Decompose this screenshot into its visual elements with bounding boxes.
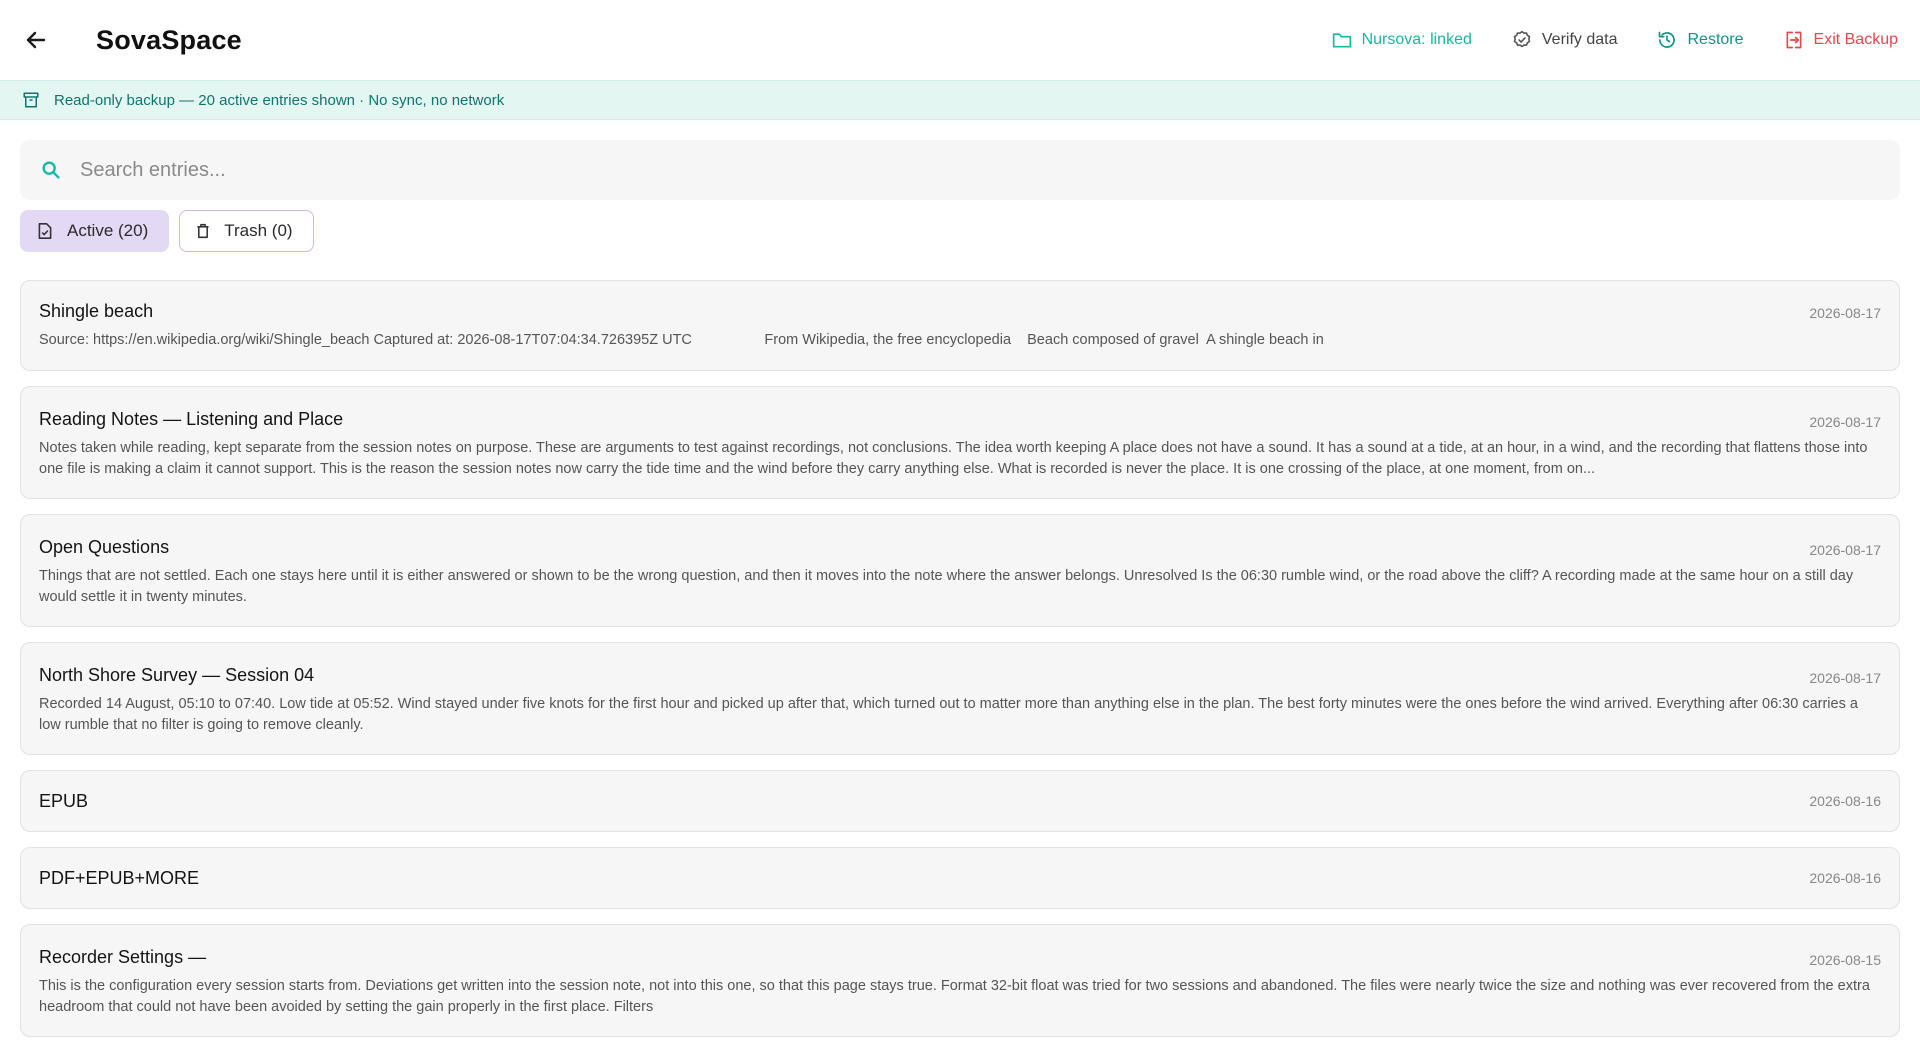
header-actions: Nursova: linked Verify data Restore Exit… — [1292, 30, 1898, 50]
list-item[interactable]: Recorder Settings — 2026-08-15 This is t… — [20, 924, 1900, 1037]
document-icon — [38, 222, 52, 239]
entry-title: Reading Notes — Listening and Place — [39, 409, 344, 429]
list-item[interactable]: Shingle beach 2026-08-17 Source: https:/… — [20, 280, 1900, 371]
entry-title: North Shore Survey — Session 04 — [39, 665, 315, 685]
tab-active[interactable]: Active (20) — [20, 210, 170, 252]
entry-date: 2026-08-17 — [1809, 670, 1881, 686]
verified-check-icon — [1513, 30, 1531, 48]
back-button[interactable] — [22, 26, 50, 54]
exit-icon — [1786, 31, 1802, 49]
entry-preview: This is the configuration every session … — [39, 978, 1870, 1015]
linked-status-label: Nursova: linked — [1361, 31, 1472, 48]
verify-data-label: Verify data — [1541, 31, 1618, 48]
restore-label: Restore — [1687, 31, 1744, 48]
trash-icon — [197, 223, 209, 239]
entry-title: Shingle beach — [39, 301, 154, 321]
entry-tabs: Active (20) Trash (0) — [20, 210, 1900, 252]
folder-icon — [1332, 33, 1351, 48]
list-item[interactable]: Reading Notes — Listening and Place 2026… — [20, 386, 1900, 499]
entry-list: Shingle beach 2026-08-17 Source: https:/… — [20, 280, 1900, 1037]
search-input[interactable] — [80, 158, 1880, 182]
tab-trash[interactable]: Trash (0) — [179, 210, 314, 252]
search-icon — [42, 161, 60, 179]
entry-date: 2026-08-17 — [1809, 542, 1881, 558]
list-item[interactable]: Open Questions 2026-08-17 Things that ar… — [20, 514, 1900, 627]
read-only-banner: Read-only backup — 20 active entries sho… — [0, 80, 1920, 120]
exit-backup-button[interactable]: Exit Backup — [1784, 30, 1898, 50]
entry-preview: Things that are not settled. Each one st… — [39, 568, 1854, 605]
entry-title: EPUB — [39, 790, 89, 811]
history-icon — [1659, 31, 1676, 48]
list-item[interactable]: PDF+EPUB+MORE 2026-08-16 — [20, 847, 1900, 909]
entry-date: 2026-08-17 — [1809, 414, 1881, 430]
linked-status-button[interactable]: Nursova: linked — [1332, 31, 1472, 49]
banner-text: Read-only backup — 20 active entries sho… — [54, 91, 505, 109]
restore-button[interactable]: Restore — [1657, 30, 1744, 50]
arrow-left-icon — [26, 31, 46, 49]
entry-title: PDF+EPUB+MORE — [39, 867, 200, 888]
app-title: SovaSpace — [96, 24, 242, 55]
tab-active-label: Active (20) — [67, 221, 149, 240]
entry-date: 2026-08-17 — [1809, 305, 1881, 321]
list-item[interactable]: EPUB 2026-08-16 — [20, 770, 1900, 832]
entry-preview: Source: https://en.wikipedia.org/wiki/Sh… — [39, 332, 1324, 348]
app-header: SovaSpace Nursova: linked Verify data Re… — [0, 0, 1920, 80]
entry-title: Open Questions — [39, 537, 170, 557]
archive-icon — [23, 92, 39, 108]
exit-backup-label: Exit Backup — [1813, 31, 1898, 48]
entry-preview: Recorded 14 August, 05:10 to 07:40. Low … — [39, 696, 1858, 733]
tab-trash-label: Trash (0) — [224, 221, 293, 240]
list-item[interactable]: North Shore Survey — Session 04 2026-08-… — [20, 642, 1900, 755]
entry-date: 2026-08-15 — [1809, 952, 1881, 968]
search-bar — [20, 140, 1900, 200]
verify-data-button[interactable]: Verify data — [1512, 30, 1618, 50]
entry-date: 2026-08-16 — [1809, 870, 1881, 886]
entry-title: Recorder Settings — — [39, 947, 207, 967]
entry-preview: Notes taken while reading, kept separate… — [39, 440, 1868, 477]
entry-date: 2026-08-16 — [1809, 793, 1881, 809]
